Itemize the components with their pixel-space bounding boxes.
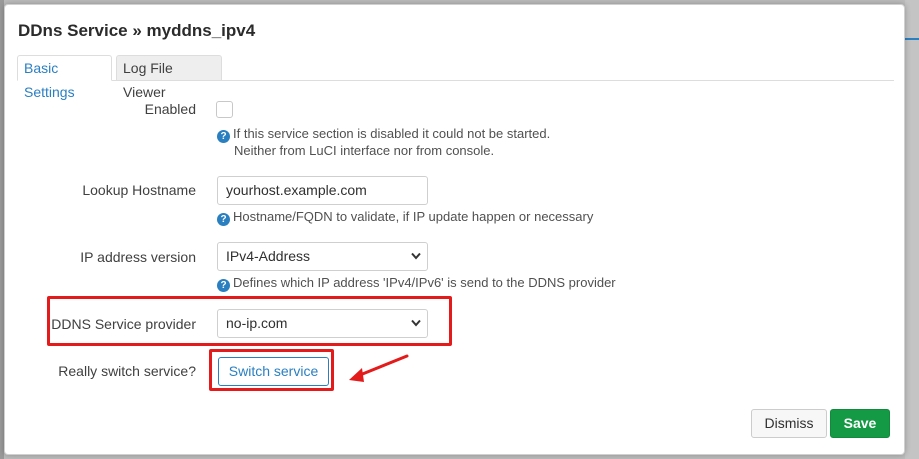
help-icon: ? — [217, 279, 230, 292]
help-icon: ? — [217, 130, 230, 143]
tab-bar: Basic Settings Log File Viewer — [17, 55, 894, 100]
enabled-checkbox[interactable] — [216, 101, 233, 118]
switch-service-button[interactable]: Switch service — [218, 357, 329, 386]
background-strip-right — [905, 0, 919, 459]
dismiss-button[interactable]: Dismiss — [751, 409, 827, 438]
enabled-help-line2: Neither from LuCI interface nor from con… — [234, 143, 495, 158]
enabled-label: Enabled — [144, 101, 196, 117]
enabled-help: ? If this service section is disabled it … — [217, 126, 550, 159]
ip-version-select[interactable]: IPv4-Address — [217, 242, 428, 271]
service-provider-select[interactable]: no-ip.com — [217, 309, 428, 338]
chevron-down-icon — [411, 319, 421, 327]
lookup-hostname-input[interactable]: yourhost.example.com — [217, 176, 428, 205]
save-button[interactable]: Save — [830, 409, 890, 438]
enabled-help-line1: If this service section is disabled it c… — [233, 126, 551, 141]
ip-version-help-text: Defines which IP address 'IPv4/IPv6' is … — [233, 275, 616, 290]
lookup-hostname-help: ? Hostname/FQDN to validate, if IP update… — [217, 209, 593, 226]
service-provider-value: no-ip.com — [226, 315, 288, 331]
tab-basic-settings[interactable]: Basic Settings — [17, 55, 112, 100]
switch-service-label: Really switch service? — [58, 363, 196, 379]
annotation-arrow-icon — [349, 354, 409, 382]
help-icon: ? — [217, 213, 230, 226]
lookup-hostname-help-text: Hostname/FQDN to validate, if IP update … — [233, 209, 594, 224]
ip-version-label: IP address version — [80, 249, 196, 265]
ip-version-value: IPv4-Address — [226, 248, 311, 264]
ip-version-help: ? Defines which IP address 'IPv4/IPv6' is… — [217, 275, 616, 292]
lookup-hostname-label: Lookup Hostname — [82, 182, 196, 198]
modal-title: DDns Service » myddns_ipv4 — [18, 21, 256, 40]
tab-log-file-viewer[interactable]: Log File Viewer — [116, 55, 222, 100]
chevron-down-icon — [411, 252, 421, 260]
service-provider-label: DDNS Service provider — [51, 316, 196, 332]
background-accent-stripe — [905, 38, 919, 40]
ddns-service-modal: DDns Service » myddns_ipv4 Basic Setting… — [4, 4, 905, 455]
